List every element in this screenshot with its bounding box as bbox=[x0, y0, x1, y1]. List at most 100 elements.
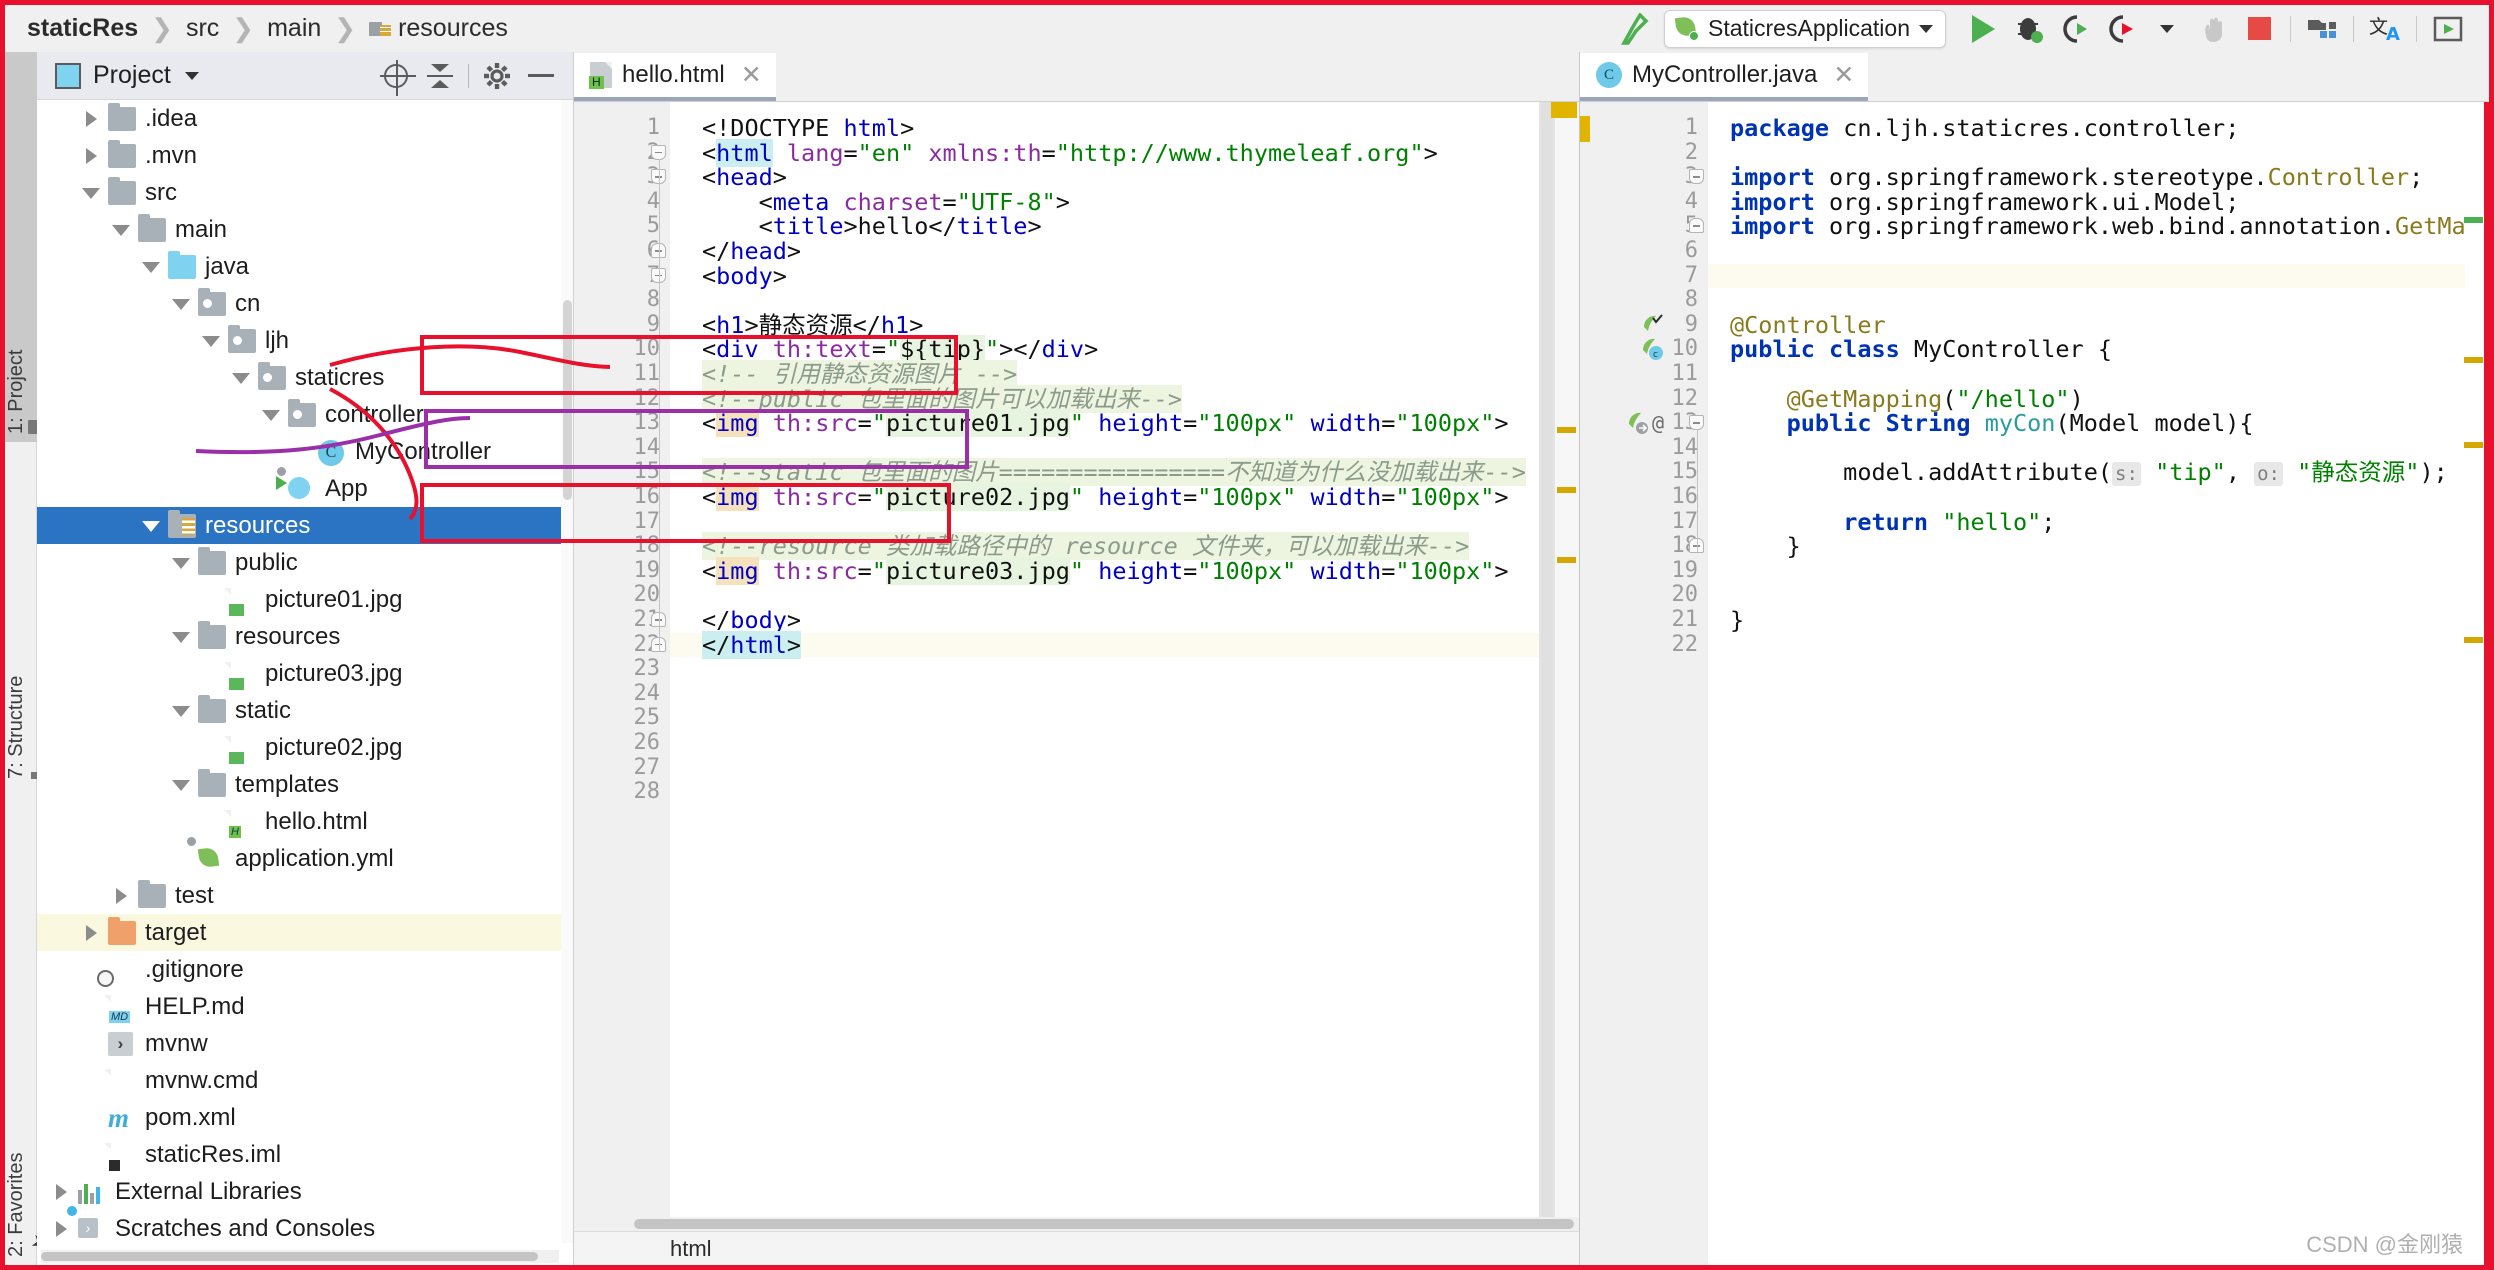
code-line[interactable]: package cn.ljh.staticres.controller; bbox=[1730, 116, 2239, 141]
stop-button[interactable] bbox=[2236, 9, 2282, 49]
locate-icon[interactable] bbox=[374, 56, 418, 96]
code-line[interactable]: <h1>静态资源</h1> bbox=[702, 312, 923, 338]
marker-stripe[interactable] bbox=[1557, 487, 1576, 493]
code-line[interactable]: <body> bbox=[702, 263, 787, 289]
tree-item-controller[interactable]: controller bbox=[37, 396, 561, 433]
code-line[interactable]: <!--resource 类加载路径中的 resource 文件夹，可以加载出来… bbox=[702, 532, 1470, 561]
project-tree[interactable]: .idea .mvn src main java cn ljh staticres contro… bbox=[37, 100, 561, 1243]
chevron-right-icon[interactable] bbox=[51, 1181, 73, 1203]
editor-marker-bar[interactable] bbox=[2464, 102, 2489, 1265]
chevron-down-icon[interactable] bbox=[171, 774, 193, 796]
sidebar-tab-project[interactable]: 1: Project bbox=[5, 52, 46, 442]
code-line[interactable] bbox=[702, 682, 716, 707]
code-line[interactable]: import org.springframework.stereotype.Co… bbox=[1730, 165, 2423, 190]
run-with-coverage-button[interactable] bbox=[2052, 9, 2098, 49]
breadcrumb-item-resources[interactable]: resources bbox=[398, 14, 508, 43]
code-line[interactable]: <div th:text="${tip}"></div> bbox=[702, 335, 1098, 364]
code-line[interactable] bbox=[702, 657, 716, 682]
tree-item-picture02-jpg[interactable]: picture02.jpg bbox=[37, 729, 561, 766]
marker-stripe[interactable] bbox=[2464, 442, 2483, 448]
settings-gear-icon[interactable] bbox=[475, 56, 519, 96]
chevron-down-icon[interactable] bbox=[184, 71, 199, 80]
warning-indicator[interactable] bbox=[1551, 102, 1577, 118]
sidebar-tab-favorites[interactable]: 2: Favorites ★ bbox=[5, 935, 55, 1265]
code-lines[interactable]: package cn.ljh.staticres.controller; imp… bbox=[1708, 102, 2489, 1265]
code-line[interactable]: <!DOCTYPE html> bbox=[702, 116, 914, 141]
tree-item-mvnw[interactable]: › mvnw bbox=[37, 1025, 561, 1062]
run-configuration-selector[interactable]: StaticresApplication bbox=[1664, 9, 1946, 48]
chevron-down-icon[interactable] bbox=[261, 404, 283, 426]
code-line[interactable]: <title>hello</title> bbox=[702, 214, 1042, 239]
tree-item-mycontroller[interactable]: C MyController bbox=[37, 433, 561, 470]
code-line[interactable]: model.addAttribute(s: "tip", o: "静态资源"); bbox=[1730, 460, 2448, 487]
tree-item-resources[interactable]: resources bbox=[37, 618, 561, 655]
tab-mycontroller-java[interactable]: C MyController.java ✕ bbox=[1580, 53, 1869, 101]
tree-item-scratches-and-consoles[interactable]: › Scratches and Consoles bbox=[37, 1203, 561, 1243]
chevron-down-icon[interactable] bbox=[231, 367, 253, 389]
close-icon[interactable]: ✕ bbox=[741, 60, 762, 90]
marker-stripe[interactable] bbox=[1557, 427, 1576, 433]
code-line[interactable]: public String myCon(Model model){ bbox=[1730, 411, 2254, 436]
chevron-down-icon[interactable] bbox=[171, 552, 193, 574]
tree-item-templates[interactable]: templates bbox=[37, 766, 561, 803]
code-line[interactable] bbox=[702, 288, 716, 313]
spring-bean-icon[interactable] bbox=[1640, 313, 1666, 337]
sidebar-tab-structure[interactable]: 7: Structure bbox=[5, 447, 48, 787]
code-line[interactable] bbox=[702, 731, 716, 756]
code-line[interactable]: return "hello"; bbox=[1730, 509, 2055, 535]
tree-item-help-md[interactable]: MD HELP.md bbox=[37, 988, 561, 1025]
code-line[interactable] bbox=[1730, 485, 1744, 510]
chevron-right-icon[interactable] bbox=[111, 885, 133, 907]
code-line[interactable]: @Controller bbox=[1730, 312, 1886, 338]
code-line[interactable]: } bbox=[1730, 608, 1744, 633]
project-structure-icon[interactable] bbox=[2299, 9, 2345, 49]
code-line[interactable] bbox=[702, 583, 716, 608]
code-line[interactable]: import org.springframework.web.bind.anno… bbox=[1730, 214, 2489, 239]
code-line[interactable] bbox=[1730, 633, 1744, 658]
editor-marker-bar[interactable] bbox=[1551, 102, 1579, 1217]
chevron-down-icon[interactable] bbox=[171, 626, 193, 648]
code-line[interactable] bbox=[1730, 362, 1744, 387]
code-line[interactable]: @GetMapping("/hello") bbox=[1730, 386, 2084, 412]
tree-item-application-yml[interactable]: application.yml bbox=[37, 834, 561, 877]
hide-panel-icon[interactable] bbox=[519, 56, 563, 96]
code-line[interactable]: <img th:src="picture01.jpg" height="100p… bbox=[702, 409, 1509, 438]
code-lines[interactable]: <!DOCTYPE html> <html lang="en" xmlns:th=… bbox=[670, 102, 1579, 1217]
breadcrumb-item-project[interactable]: staticRes bbox=[27, 14, 138, 43]
translate-icon[interactable]: 文A bbox=[2362, 9, 2408, 49]
spring-component-icon[interactable]: c bbox=[1640, 337, 1666, 361]
code-line[interactable]: <!--public 包里面的图片可以加载出来--> bbox=[702, 384, 1183, 413]
debug-button[interactable] bbox=[2006, 9, 2052, 49]
code-line[interactable] bbox=[1730, 239, 1744, 264]
code-line[interactable]: </html> bbox=[702, 630, 802, 659]
tree-item-test[interactable]: test bbox=[37, 877, 561, 914]
code-line[interactable] bbox=[1730, 264, 1744, 289]
chevron-down-icon[interactable] bbox=[2144, 9, 2190, 49]
chevron-down-icon[interactable] bbox=[141, 256, 163, 278]
code-line[interactable] bbox=[1730, 436, 1744, 461]
chevron-down-icon[interactable] bbox=[171, 700, 193, 722]
code-line[interactable]: <head> bbox=[702, 165, 787, 190]
tree-item-external-libraries[interactable]: External Libraries bbox=[37, 1173, 561, 1210]
fold-marker-icon[interactable] bbox=[1687, 216, 1706, 235]
tree-item-static[interactable]: static bbox=[37, 692, 561, 729]
breadcrumb-item-main[interactable]: main bbox=[267, 14, 321, 43]
code-line[interactable]: } bbox=[1730, 534, 1801, 559]
code-line[interactable] bbox=[702, 780, 716, 805]
scrollbar-thumb[interactable] bbox=[1541, 102, 1553, 1217]
code-line[interactable] bbox=[1730, 583, 1744, 608]
chevron-down-icon[interactable] bbox=[111, 219, 133, 241]
code-line[interactable]: public class MyController { bbox=[1730, 337, 2112, 362]
hammer-icon[interactable] bbox=[1612, 9, 1658, 49]
tab-hello-html[interactable]: hello.html ✕ bbox=[574, 53, 776, 101]
marker-stripe[interactable] bbox=[2464, 217, 2483, 223]
tree-item-gitignore[interactable]: .gitignore bbox=[37, 951, 561, 988]
code-line[interactable]: </body> bbox=[702, 608, 801, 633]
chevron-down-icon[interactable] bbox=[81, 182, 103, 204]
tree-item-src[interactable]: src bbox=[37, 174, 561, 211]
code-line[interactable] bbox=[1730, 288, 1744, 313]
line-number-gutter[interactable]: 12345678910111213141516171819202122c@ bbox=[1580, 102, 1708, 1265]
tree-item-picture03-jpg[interactable]: picture03.jpg bbox=[37, 655, 561, 692]
tree-item-app[interactable]: App bbox=[37, 464, 561, 507]
chevron-down-icon[interactable] bbox=[141, 515, 163, 537]
